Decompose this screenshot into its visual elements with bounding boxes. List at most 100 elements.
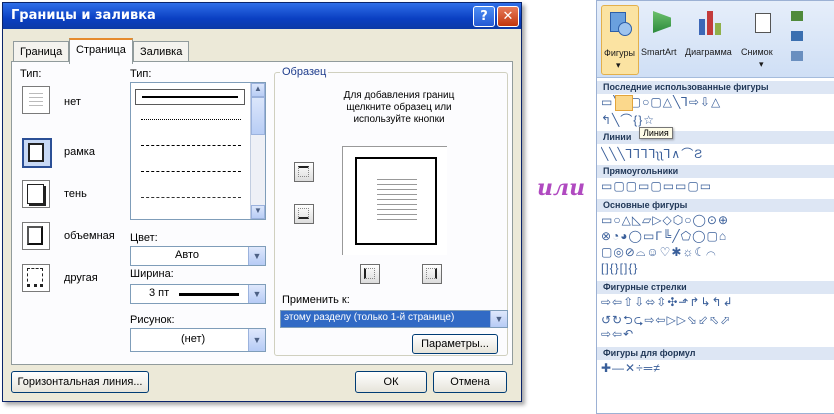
screenshot-button[interactable]: Снимок ▾ — [739, 5, 785, 69]
title-bar[interactable]: Границы и заливка ? ✕ — [3, 3, 521, 29]
right-border-icon[interactable] — [422, 264, 442, 284]
smartart-label: SmartArt — [641, 47, 677, 57]
type-shadow-icon[interactable] — [22, 180, 50, 208]
scroll-thumb[interactable] — [251, 97, 265, 135]
help-button[interactable]: ? — [473, 6, 495, 27]
borders-dialog: Границы и заливка ? ✕ Граница Страница З… — [2, 2, 522, 402]
smartart-button[interactable]: SmartArt — [641, 5, 683, 65]
line-style-dotted[interactable] — [141, 119, 241, 120]
preview-hint: Для добавления границ щелкните образец и… — [343, 90, 455, 125]
tab-page[interactable]: Страница — [69, 38, 133, 64]
color-select[interactable]: Авто ▼ — [130, 246, 266, 266]
options-button[interactable]: Параметры... — [412, 334, 498, 354]
tab-panel: Тип: нет рамка тень объемная другая Тип: — [11, 61, 513, 365]
line-style-list[interactable]: ▲ ▼ — [130, 82, 266, 220]
type-custom-label[interactable]: другая — [64, 272, 98, 284]
type-3d-label[interactable]: объемная — [64, 230, 115, 242]
apply-label: Применить к: — [282, 294, 350, 306]
chart-icon-bar — [715, 23, 721, 35]
preview-border — [355, 157, 437, 245]
top-border-icon[interactable] — [294, 162, 314, 182]
chart-label: Диаграмма — [685, 47, 732, 57]
screenshot-icon — [755, 13, 771, 33]
preview-label: Образец — [280, 66, 329, 78]
apply-select[interactable]: этому разделу (только 1-й странице) ▼ — [280, 310, 508, 328]
width-select[interactable]: 3 пт ▼ — [130, 284, 266, 304]
bottom-border-icon[interactable] — [294, 204, 314, 224]
shape-row-basic-3[interactable]: ▢◎⊘⌓☺♡✱☼☾⌒ — [601, 245, 834, 260]
type-box-label[interactable]: рамка — [64, 146, 95, 158]
shapes-menu: Фигуры ▾ SmartArt Диаграмма Снимок ▾ Пос… — [596, 0, 834, 414]
section-block-arrows: Фигурные стрелки — [597, 281, 834, 294]
chevron-down-icon[interactable]: ▼ — [248, 247, 265, 265]
section-recent: Последние использованные фигуры — [597, 81, 834, 94]
left-border-icon[interactable] — [360, 264, 380, 284]
shape-row-basic-2[interactable]: ⊗◔◕◯▭Γ╚╱⬠◯▢⌂ — [601, 229, 834, 243]
scroll-down-icon[interactable]: ▼ — [251, 205, 265, 219]
chevron-down-icon[interactable]: ▼ — [248, 329, 265, 351]
type-shadow-label[interactable]: тень — [64, 188, 87, 200]
tooltip: Линия — [639, 127, 673, 139]
small-button-icon[interactable] — [791, 51, 803, 61]
chart-icon-bar — [707, 11, 713, 35]
small-button-icon[interactable] — [791, 31, 803, 41]
line-style-long-dashed[interactable] — [141, 171, 241, 172]
section-rectangles: Прямоугольники — [597, 165, 834, 178]
type-custom-icon[interactable] — [22, 264, 50, 292]
line-style-dash-dot[interactable] — [141, 197, 241, 198]
line-style-selected[interactable] — [135, 89, 245, 105]
section-lines: Линии — [597, 131, 834, 144]
chart-button[interactable]: Диаграмма — [685, 5, 737, 65]
dialog-title: Границы и заливка — [11, 8, 156, 23]
type-none-label[interactable]: нет — [64, 96, 81, 108]
color-label: Цвет: — [130, 232, 158, 244]
small-button-icon[interactable] — [791, 11, 803, 21]
line-style-scrollbar[interactable]: ▲ ▼ — [250, 83, 265, 219]
preview-page[interactable] — [342, 146, 447, 255]
type-box-icon[interactable] — [22, 138, 52, 168]
width-label: Ширина: — [130, 268, 174, 280]
chevron-down-icon[interactable]: ▼ — [248, 285, 265, 303]
type-label: Тип: — [20, 68, 42, 80]
section-equation-shapes: Фигуры для формул — [597, 347, 834, 360]
or-separator: или — [537, 175, 586, 201]
apply-value: этому разделу (только 1-й странице) — [284, 312, 455, 323]
line-type-label: Тип: — [130, 68, 152, 80]
type-3d-icon[interactable] — [22, 222, 50, 250]
line-style-dashed[interactable] — [141, 145, 241, 146]
horizontal-line-button[interactable]: Горизонтальная линия... — [11, 371, 149, 393]
cancel-button[interactable]: Отмена — [433, 371, 507, 393]
width-value: 3 пт — [149, 287, 170, 299]
shape-row-rectangles[interactable]: ▭▢▢▭▢▭▭▢▭ — [601, 179, 834, 193]
screenshot-label: Снимок — [741, 47, 773, 57]
shape-row-recent-2[interactable]: ↰╲⌒{}☆ — [601, 111, 834, 128]
art-select[interactable]: (нет) ▼ — [130, 328, 266, 352]
shape-row-basic-4[interactable]: []{}[]{} — [601, 261, 834, 275]
type-none-icon[interactable] — [22, 86, 50, 114]
close-button[interactable]: ✕ — [497, 6, 519, 27]
shape-row-arrows-3[interactable]: ⇨⇦↶ — [601, 327, 834, 341]
chevron-down-icon: ▾ — [759, 59, 764, 69]
chevron-down-icon[interactable]: ▼ — [490, 311, 507, 327]
scroll-up-icon[interactable]: ▲ — [251, 83, 265, 97]
ribbon-group: Фигуры ▾ SmartArt Диаграмма Снимок ▾ — [597, 1, 834, 78]
width-line-sample — [179, 293, 239, 296]
ok-button[interactable]: ОК — [355, 371, 427, 393]
section-basic-shapes: Основные фигуры — [597, 199, 834, 212]
shape-row-lines[interactable]: ╲╲╲⅂⅂⅂⅂ʅʅ⅂∧⌒Ƨ — [601, 145, 834, 162]
art-value: (нет) — [181, 333, 206, 345]
chart-icon — [699, 19, 705, 35]
line-shape-selected[interactable] — [615, 95, 633, 111]
shapes-button[interactable]: Фигуры ▾ — [601, 5, 639, 75]
tab-border[interactable]: Граница — [13, 41, 70, 62]
color-value: Авто — [175, 249, 199, 261]
shape-row-formula[interactable]: ✚—✕÷═≠ — [601, 361, 834, 375]
shape-row-arrows-1[interactable]: ⇨⇦⇧⇩⬄⇳✣⬏↱↳↰↲ — [601, 295, 834, 309]
chevron-down-icon: ▾ — [616, 60, 621, 70]
shapes-icon-circle — [618, 22, 632, 36]
preview-text-lines — [377, 179, 417, 180]
tab-shading[interactable]: Заливка — [133, 41, 190, 62]
shape-row-basic-1[interactable]: ▭○△◺▱▷◇⬡○◯⊙⊕ — [601, 213, 834, 227]
art-label: Рисунок: — [130, 314, 175, 326]
shape-row-recent[interactable]: ▭╲╲▢○▢△╲⅂⇨⇩△ — [601, 95, 834, 109]
